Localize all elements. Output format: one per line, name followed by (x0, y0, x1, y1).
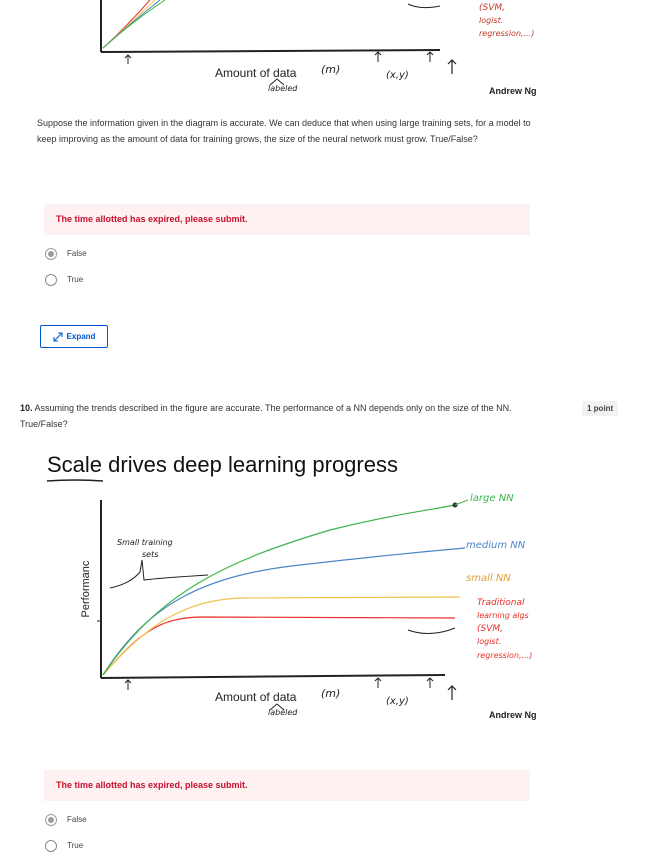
q9-m-label: (m) (321, 63, 341, 76)
legend-medium-nn: medium NN (466, 540, 526, 551)
curve-large (102, 504, 456, 676)
figure-labeled-note: labeled (268, 708, 298, 717)
option-label: False (67, 815, 87, 825)
option-label: True (67, 841, 84, 851)
q9-credit: Andrew Ng (489, 86, 537, 96)
legend-logist: logist. (477, 637, 502, 646)
q10-option-false[interactable]: False (45, 811, 87, 829)
figure-xy-note: (x,y) (386, 696, 409, 707)
radio-selected[interactable] (45, 813, 57, 826)
q9-labeled-note: labeled (268, 84, 298, 93)
q9-expired-banner: The time allotted has expired, please su… (44, 204, 530, 235)
curve-large (102, 0, 166, 49)
radio-selected[interactable] (45, 247, 57, 260)
expand-button[interactable]: Expand (40, 325, 108, 348)
legend-learning-algs: learning algs (477, 611, 529, 620)
arrow-up-3 (426, 51, 434, 62)
arrow-up-2 (374, 677, 382, 688)
arrow-up-3 (426, 677, 434, 688)
q9-text: Suppose the information given in the dia… (37, 118, 531, 144)
q9-option-true[interactable]: True (45, 271, 83, 289)
curve-small (102, 596, 461, 676)
expand-label: Expand (66, 332, 96, 341)
radio-unselected[interactable] (45, 839, 57, 852)
brace (407, 3, 441, 9)
curve-medium (102, 547, 466, 676)
arrow-up-1 (124, 54, 132, 64)
large-nn-leader (454, 499, 469, 506)
arrow-up-1 (124, 679, 132, 690)
q9-note-1: (SVM, (479, 3, 506, 13)
figure-credit: Andrew Ng (489, 710, 537, 720)
figure-xlabel: Amount of data (215, 690, 297, 704)
points-badge: 1 point (582, 401, 619, 416)
small-sets-note-1: Small training (117, 538, 173, 547)
expand-icon (53, 332, 63, 341)
brace (407, 627, 456, 634)
radio-unselected[interactable] (45, 273, 57, 286)
legend-small-nn: small NN (466, 573, 511, 584)
q10-number: 10. (20, 403, 33, 413)
x-axis (100, 49, 441, 53)
q10-body: Assuming the trends described in the fig… (20, 403, 512, 429)
legend-traditional: Traditional (477, 598, 525, 608)
q9-option-false[interactable]: False (45, 245, 87, 263)
option-label: False (67, 249, 87, 259)
small-sets-mark (109, 559, 209, 589)
legend-large-nn: large NN (470, 493, 514, 504)
q9-xlabel: Amount of data (215, 66, 297, 80)
q9-figure (100, 0, 457, 86)
q10-option-true[interactable]: True (45, 837, 83, 855)
q9-note-3: regression,...) (479, 29, 535, 38)
arrow-up-4 (447, 59, 457, 74)
arrow-up-2 (374, 51, 382, 62)
x-axis (100, 674, 446, 679)
curve-traditional (102, 0, 151, 49)
q9-note-2: logist. (479, 16, 504, 25)
arrow-up-4 (447, 685, 457, 700)
small-sets-note-2: sets (142, 550, 159, 559)
legend-regression: regression,...) (477, 651, 533, 660)
q10-expired-banner: The time allotted has expired, please su… (44, 770, 530, 801)
legend-svm: (SVM, (477, 624, 504, 634)
figure-title: Scale drives deep learning progress (47, 452, 398, 477)
figure-m-label: (m) (321, 687, 341, 700)
q9-xy-note: (x,y) (386, 70, 409, 81)
q10-text: 10. Assuming the trends described in the… (20, 400, 540, 432)
figure-ylabel: Performanc (80, 560, 92, 618)
option-label: True (67, 275, 84, 285)
